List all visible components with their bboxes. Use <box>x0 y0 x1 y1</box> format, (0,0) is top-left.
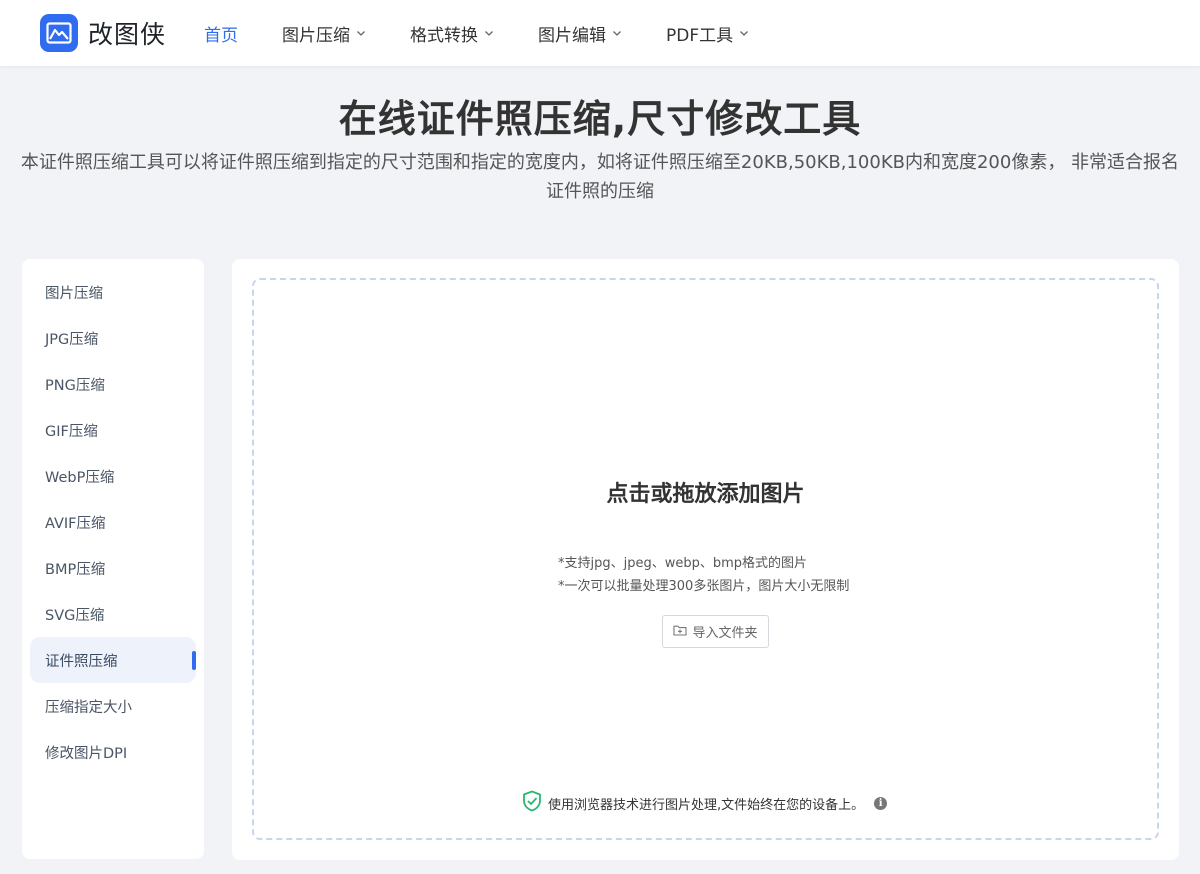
sidebar-item-label: AVIF压缩 <box>45 515 106 532</box>
sidebar-item-id-photo-compress[interactable]: 证件照压缩 <box>30 637 196 683</box>
sidebar-item-label: GIF压缩 <box>45 423 98 440</box>
nav-image-edit[interactable]: 图片编辑 <box>538 21 622 46</box>
info-icon[interactable]: i <box>874 796 888 810</box>
sidebar-item-bmp-compress[interactable]: BMP压缩 <box>30 545 196 591</box>
folder-icon <box>673 624 688 640</box>
sidebar-item-label: JPG压缩 <box>45 331 99 348</box>
sidebar-item-label: PNG压缩 <box>45 377 105 394</box>
tool-sidebar: 图片压缩 JPG压缩 PNG压缩 GIF压缩 WebP压缩 AVIF压缩 BMP… <box>22 259 204 859</box>
chevron-down-icon <box>356 28 366 38</box>
active-indicator <box>192 651 196 670</box>
sidebar-item-compress-to-size[interactable]: 压缩指定大小 <box>30 683 196 729</box>
import-folder-button[interactable]: 导入文件夹 <box>662 615 769 648</box>
page-description: 本证件照压缩工具可以将证件照压缩到指定的尺寸范围和指定的宽度内，如将证件照压缩至… <box>20 152 1180 202</box>
sidebar-item-gif-compress[interactable]: GIF压缩 <box>30 407 196 453</box>
privacy-note: 使用浏览器技术进行图片处理,文件始终在您的设备上。 i <box>522 790 888 816</box>
brand-name: 改图侠 <box>88 20 167 49</box>
shield-check-icon <box>522 790 542 816</box>
sidebar-item-avif-compress[interactable]: AVIF压缩 <box>30 499 196 545</box>
sidebar-item-change-dpi[interactable]: 修改图片DPI <box>30 729 196 775</box>
sidebar-item-label: BMP压缩 <box>45 561 106 578</box>
upload-dropzone[interactable]: 点击或拖放添加图片 *支持jpg、jpeg、webp、bmp格式的图片 *一次可… <box>252 278 1159 840</box>
brand[interactable]: 改图侠 <box>40 14 166 52</box>
chevron-down-icon <box>612 28 622 38</box>
nav-format-convert[interactable]: 格式转换 <box>410 21 494 46</box>
nav-label: 首页 <box>204 25 238 46</box>
sidebar-item-webp-compress[interactable]: WebP压缩 <box>30 453 196 499</box>
main-nav: 首页 图片压缩 格式转换 图片编辑 PDF工具 <box>204 0 793 66</box>
dropzone-title: 点击或拖放添加图片 <box>606 482 805 507</box>
dropzone-notes: *支持jpg、jpeg、webp、bmp格式的图片 *一次可以批量处理300多张… <box>558 552 938 598</box>
nav-label: 格式转换 <box>410 25 478 46</box>
supported-formats-note: *支持jpg、jpeg、webp、bmp格式的图片 <box>558 556 808 571</box>
sidebar-item-svg-compress[interactable]: SVG压缩 <box>30 591 196 637</box>
sidebar-item-label: 证件照压缩 <box>45 653 118 670</box>
nav-home[interactable]: 首页 <box>204 21 238 46</box>
upload-panel: 点击或拖放添加图片 *支持jpg、jpeg、webp、bmp格式的图片 *一次可… <box>232 259 1179 860</box>
nav-label: PDF工具 <box>666 25 734 46</box>
sidebar-item-jpg-compress[interactable]: JPG压缩 <box>30 315 196 361</box>
page-title: 在线证件照压缩,尺寸修改工具 <box>338 97 862 141</box>
nav-label: 图片压缩 <box>282 25 350 46</box>
sidebar-item-label: WebP压缩 <box>45 469 115 486</box>
import-folder-label: 导入文件夹 <box>692 626 758 641</box>
sidebar-item-label: 修改图片DPI <box>45 745 128 762</box>
batch-limit-note: *一次可以批量处理300多张图片，图片大小无限制 <box>558 579 850 594</box>
sidebar-item-png-compress[interactable]: PNG压缩 <box>30 361 196 407</box>
chevron-down-icon <box>484 28 494 38</box>
nav-pdf-tools[interactable]: PDF工具 <box>666 21 749 46</box>
sidebar-item-image-compress[interactable]: 图片压缩 <box>30 269 196 315</box>
nav-label: 图片编辑 <box>538 25 606 46</box>
chevron-down-icon <box>739 28 749 38</box>
top-navbar: 改图侠 首页 图片压缩 格式转换 图片编辑 PDF工具 <box>0 0 1200 66</box>
mountain-photo-icon <box>40 14 78 52</box>
nav-image-compress[interactable]: 图片压缩 <box>282 21 366 46</box>
sidebar-item-label: 图片压缩 <box>45 285 103 302</box>
privacy-text: 使用浏览器技术进行图片处理,文件始终在您的设备上。 <box>548 797 865 813</box>
sidebar-item-label: 压缩指定大小 <box>45 699 132 716</box>
sidebar-item-label: SVG压缩 <box>45 607 105 624</box>
